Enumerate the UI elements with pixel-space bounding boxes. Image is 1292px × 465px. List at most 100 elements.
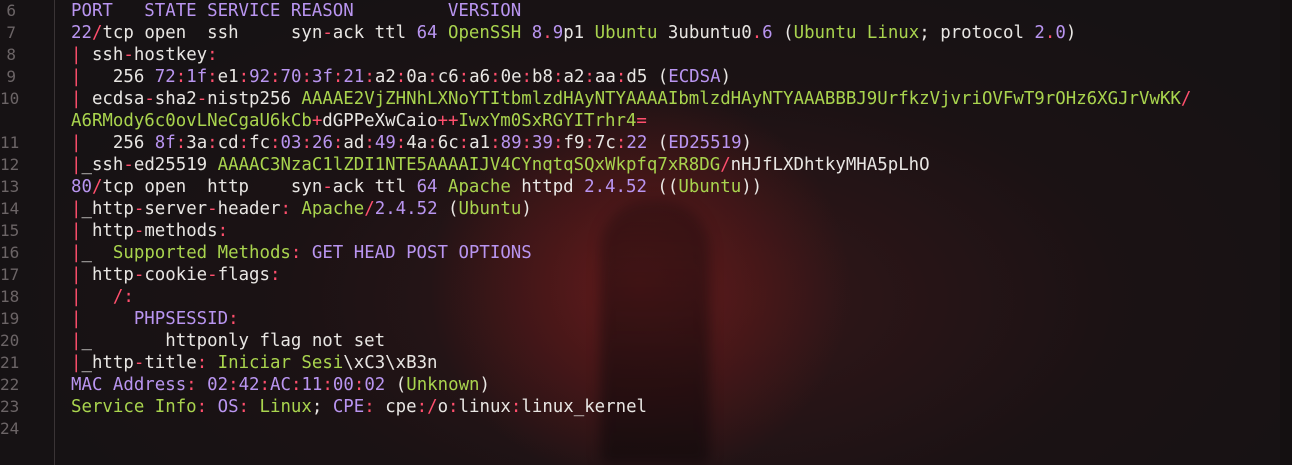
output-line: | PHPSESSID: xyxy=(71,308,239,330)
text-segment: : xyxy=(270,67,281,87)
text-segment: server xyxy=(144,199,208,219)
text-segment: : xyxy=(322,375,333,395)
text-segment: 26 xyxy=(311,133,333,153)
text-segment: AAAAC3NzaC1lZDI1NTE5AAAAIJV4CYnqtqSQxWkp… xyxy=(217,155,721,175)
text-segment: _http xyxy=(81,353,134,373)
text-segment: 256 xyxy=(81,133,155,153)
line-number: 17 xyxy=(0,265,20,284)
output-line: |_http-title: Iniciar Sesi\xC3\xB3n xyxy=(71,352,438,374)
text-segment: ( xyxy=(772,23,794,43)
text-segment: - xyxy=(133,221,145,241)
text-segment: ) xyxy=(1065,23,1077,43)
text-segment: 39 xyxy=(532,133,553,153)
text-segment: 21 xyxy=(343,67,365,87)
text-segment: 22 xyxy=(71,23,92,43)
text-segment: ) xyxy=(521,199,532,219)
line-number: 21 xyxy=(0,353,20,372)
line-number: 14 xyxy=(0,199,20,218)
text-segment: - xyxy=(322,177,333,197)
text-segment: e1 xyxy=(217,67,239,87)
text-segment: Apache xyxy=(301,199,365,219)
text-segment: : xyxy=(175,133,187,153)
text-segment: cpe xyxy=(385,397,417,417)
text-segment: | xyxy=(71,133,82,153)
text-segment: - xyxy=(196,89,208,109)
line-number: 9 xyxy=(6,67,16,86)
text-segment: GET HEAD POST OPTIONS xyxy=(311,243,532,263)
text-segment: : xyxy=(301,67,312,87)
text-segment: http xyxy=(81,265,134,285)
text-segment: . xyxy=(542,23,553,43)
line-number: 10 xyxy=(0,89,20,108)
text-segment: ; xyxy=(311,397,333,417)
output-line: | http-methods: xyxy=(71,220,228,242)
text-segment: : xyxy=(270,265,281,285)
output-line: 80/tcp open http syn-ack ttl 64 Apache h… xyxy=(71,176,762,198)
text-segment: : xyxy=(228,375,239,395)
text-segment: MAC Address xyxy=(71,375,187,395)
text-segment: : xyxy=(332,67,344,87)
text-segment: b8 xyxy=(532,67,553,87)
text-segment: cd xyxy=(217,133,239,153)
text-segment: ( xyxy=(647,133,669,153)
text-segment: /: xyxy=(81,287,134,307)
text-segment: ed25519 xyxy=(133,155,218,175)
text-segment: 7c xyxy=(594,133,616,153)
text-segment: flags xyxy=(217,265,270,285)
output-line: |_http-server-header: Apache/2.4.52 (Ubu… xyxy=(71,198,532,220)
text-segment: 2.4.52 xyxy=(584,177,647,197)
text-segment: Ubuntu xyxy=(594,23,658,43)
text-segment: : xyxy=(238,397,260,417)
text-segment: : xyxy=(395,67,407,87)
text-segment: - xyxy=(322,23,333,43)
text-segment: 89 xyxy=(500,133,522,153)
text-segment: | xyxy=(71,45,82,65)
text-segment: : xyxy=(458,133,470,153)
text-segment: : xyxy=(427,133,438,153)
text-segment: 80 xyxy=(71,177,92,197)
text-segment: - xyxy=(207,199,218,219)
text-segment: 8f xyxy=(154,133,176,153)
text-segment: cookie xyxy=(144,265,208,285)
text-segment: Iniciar Sesi xyxy=(217,353,344,373)
scrollbar[interactable] xyxy=(1280,0,1292,465)
text-segment: 6 xyxy=(762,23,773,43)
text-segment: _ xyxy=(81,243,113,263)
text-segment: (( xyxy=(646,177,679,197)
text-segment: 22 xyxy=(626,133,648,153)
text-segment: | xyxy=(71,155,82,175)
text-segment: : xyxy=(301,133,312,153)
wallpaper-figure xyxy=(600,200,710,465)
text-segment: / xyxy=(91,177,103,197)
text-segment: : xyxy=(395,133,407,153)
text-segment: tcp open http syn xyxy=(102,177,323,197)
output-line: PORT STATE SERVICE REASON VERSION xyxy=(71,0,521,22)
text-segment: Unknown xyxy=(406,375,480,395)
text-segment: Ubuntu Linux xyxy=(793,23,920,43)
text-segment: 03 xyxy=(280,133,302,153)
text-segment: | xyxy=(71,331,82,351)
line-number: 22 xyxy=(0,375,20,394)
text-segment: linux xyxy=(458,397,511,417)
text-segment: 6c xyxy=(437,133,459,153)
output-line: |_ Supported Methods: GET HEAD POST OPTI… xyxy=(71,242,532,264)
text-segment: | xyxy=(71,309,82,329)
line-number: 18 xyxy=(0,287,20,306)
text-segment: : xyxy=(238,67,250,87)
text-segment: p1 xyxy=(563,23,595,43)
text-segment: | xyxy=(71,287,82,307)
text-segment: sha2 xyxy=(154,89,197,109)
output-line: | ssh-hostkey: xyxy=(71,44,218,66)
text-segment: http xyxy=(81,221,134,241)
text-segment: _ssh xyxy=(81,155,124,175)
text-segment: 64 xyxy=(416,23,438,43)
text-segment: 02 xyxy=(364,375,386,395)
text-segment: : xyxy=(290,375,302,395)
text-segment: : xyxy=(196,353,218,373)
text-segment: AC xyxy=(270,375,291,395)
text-segment: 0a xyxy=(406,67,428,87)
text-segment: : xyxy=(217,221,229,241)
text-segment: 02 xyxy=(207,375,229,395)
text-segment: aa xyxy=(594,67,616,87)
text-segment: 1f xyxy=(186,67,208,87)
